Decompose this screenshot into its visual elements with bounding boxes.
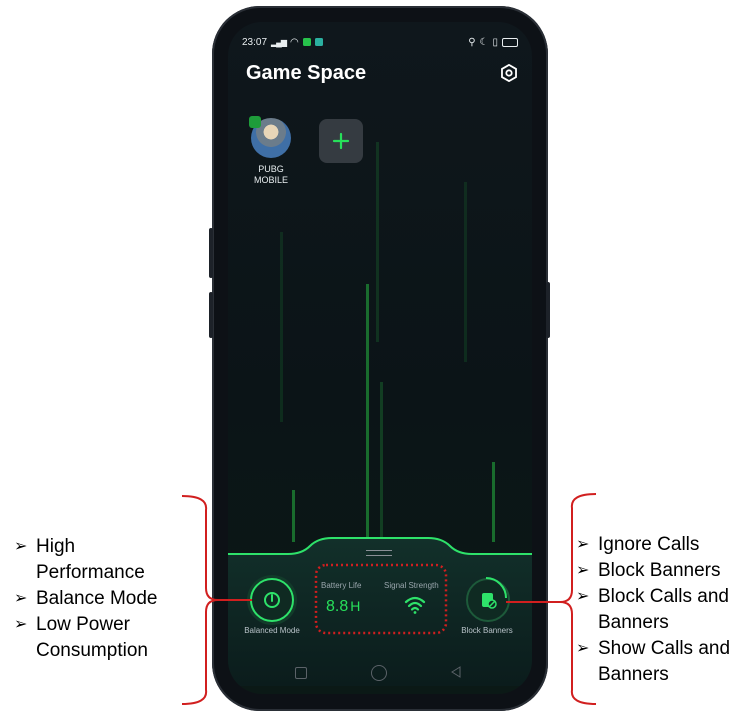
pubg-icon: [249, 116, 291, 158]
panel-drag-handle[interactable]: [366, 550, 392, 556]
decor-line: [280, 232, 283, 422]
signal-icon: ▂▄▆: [271, 37, 287, 47]
power-button: [546, 282, 550, 338]
add-game-button[interactable]: [319, 119, 363, 163]
home-button[interactable]: [371, 665, 387, 681]
call-blocking-options-list: ➢ Ignore Calls ➢ Block Banners ➢ Block Call…: [576, 532, 730, 688]
list-item: ➢ Low Power Consumption: [14, 614, 148, 661]
block-progress-ring: [485, 577, 507, 599]
app-tile-pubg[interactable]: PUBG MOBILE: [246, 116, 296, 186]
page-title: Game Space: [246, 62, 367, 84]
balanced-mode-button[interactable]: [250, 578, 294, 622]
vibrate-icon: ▯: [492, 36, 498, 48]
battery-life-value: 8.8 H: [326, 598, 361, 615]
list-item: ➢ Show Calls and Banners: [576, 638, 731, 685]
mode-label: Balanced Mode: [244, 626, 300, 635]
performance-modes-list: ➢ High Performance ➢ Balance Mode ➢ Low Powe…: [14, 534, 157, 664]
decor-line: [464, 182, 467, 362]
block-banners-label: Block Banners: [461, 626, 513, 635]
plus-icon: [332, 132, 350, 150]
phone-screen: 23:07 ▂▄▆ ◠ ⚲ ☾ ▯ Game Space PUBGMOBILE: [228, 22, 532, 694]
signal-strength-title: Signal Strength: [384, 581, 439, 590]
status-bar: 23:07 ▂▄▆ ◠ ⚲ ☾ ▯: [242, 34, 518, 50]
app-name: PUBG MOBILE: [253, 164, 288, 185]
battery-icon: [502, 37, 518, 47]
power-mode-icon: [264, 592, 280, 608]
decor-line: [380, 382, 383, 552]
wifi-icon: [404, 596, 426, 614]
back-button[interactable]: [450, 666, 462, 678]
moon-icon: ☾: [479, 36, 489, 48]
decor-line: [376, 142, 379, 342]
notification-icon: [302, 38, 311, 46]
list-item: ➢ Ignore Calls: [576, 534, 700, 555]
wifi-status-icon: ◠: [290, 36, 299, 48]
volume-button: [209, 292, 213, 338]
game-badge-icon: [249, 116, 261, 128]
settings-gear-icon[interactable]: [500, 64, 518, 82]
bike-icon: ⚲: [468, 36, 476, 48]
battery-life-title: Battery Life: [321, 581, 362, 590]
decor-line: [492, 462, 495, 542]
volume-button: [209, 228, 213, 278]
list-item: ➢ High Performance: [14, 536, 145, 583]
list-item: ➢ Block Calls and Banners: [576, 586, 729, 633]
recent-apps-button[interactable]: [295, 667, 307, 679]
list-item: ➢ Block Banners: [576, 560, 721, 581]
list-item: ➢ Balance Mode: [14, 588, 158, 609]
notification-icon: [314, 38, 323, 46]
decor-line: [366, 284, 369, 554]
status-time: 23:07: [242, 36, 268, 48]
